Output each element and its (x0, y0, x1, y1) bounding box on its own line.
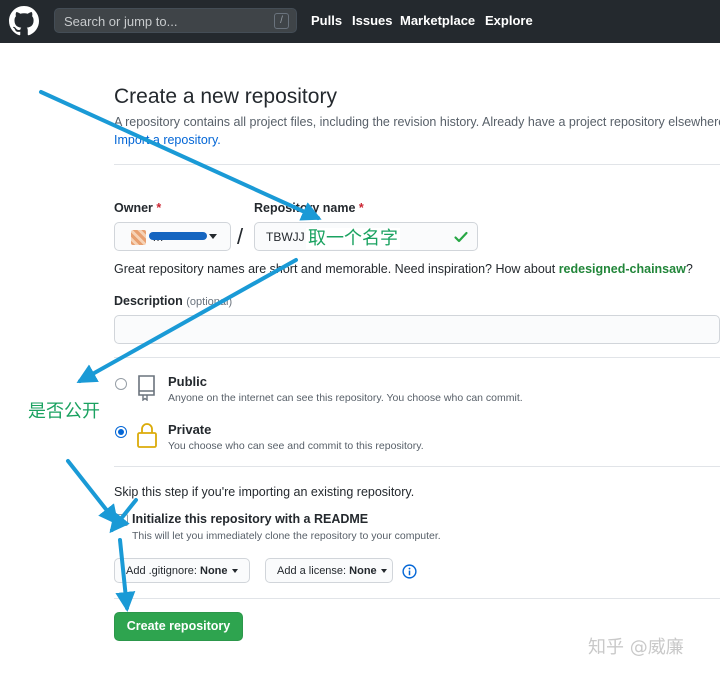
name-suggestion[interactable]: redesigned-chainsaw (559, 262, 686, 276)
nav-pulls[interactable]: Pulls (311, 13, 342, 28)
page-title: Create a new repository (114, 85, 337, 108)
search-placeholder: Search or jump to... (64, 14, 178, 29)
create-repository-button[interactable]: Create repository (114, 612, 243, 641)
public-title: Public (168, 374, 208, 389)
page-subtitle: A repository contains all project files,… (114, 115, 720, 129)
divider (114, 598, 720, 599)
public-radio[interactable] (115, 378, 127, 390)
description-label: Description (optional) (114, 294, 233, 308)
annotation-name-note: 取一个名字 (306, 228, 400, 249)
global-header: Search or jump to... / Pulls Issues Mark… (0, 0, 720, 43)
chevron-down-icon (231, 569, 238, 574)
name-hint: Great repository names are short and mem… (114, 262, 693, 276)
skip-note: Skip this step if you're importing an ex… (114, 485, 415, 499)
owner-label: Owner * (114, 201, 162, 215)
readme-description: This will let you immediately clone the … (132, 530, 441, 542)
readme-checkbox[interactable] (116, 514, 128, 526)
lock-icon (137, 423, 157, 448)
info-icon[interactable] (402, 564, 417, 579)
readme-title: Initialize this repository with a README (132, 512, 369, 526)
nav-issues[interactable]: Issues (352, 13, 392, 28)
redaction-scribble (149, 232, 207, 240)
chevron-down-icon (380, 569, 387, 574)
repo-public-icon (138, 375, 155, 401)
nav-explore[interactable]: Explore (485, 13, 533, 28)
license-select[interactable]: Add a license: None (265, 558, 393, 583)
repository-name-value: TBWJJ (266, 230, 305, 244)
nav-marketplace[interactable]: Marketplace (400, 13, 475, 28)
public-description: Anyone on the internet can see this repo… (168, 392, 523, 404)
owner-select[interactable]: m (114, 222, 231, 251)
repo-name-label: Repository name * (254, 201, 364, 215)
divider (114, 357, 720, 358)
chevron-down-icon (209, 234, 217, 239)
description-input[interactable] (114, 315, 720, 344)
owner-repo-separator: / (237, 224, 244, 249)
private-description: You choose who can see and commit to thi… (168, 440, 424, 452)
check-icon (454, 231, 468, 243)
private-radio[interactable] (115, 426, 127, 438)
divider (114, 466, 720, 467)
private-title: Private (168, 422, 212, 437)
search-shortcut-key: / (274, 13, 289, 29)
annotation-visibility-note: 是否公开 (28, 401, 100, 422)
import-repository-link[interactable]: Import a repository. (114, 133, 221, 147)
avatar (131, 230, 146, 245)
gitignore-select[interactable]: Add .gitignore: None (114, 558, 250, 583)
search-input[interactable]: Search or jump to... / (54, 8, 297, 33)
watermark: 知乎 @威廉 (588, 637, 684, 658)
divider (114, 164, 720, 165)
github-logo-icon[interactable] (9, 6, 39, 36)
